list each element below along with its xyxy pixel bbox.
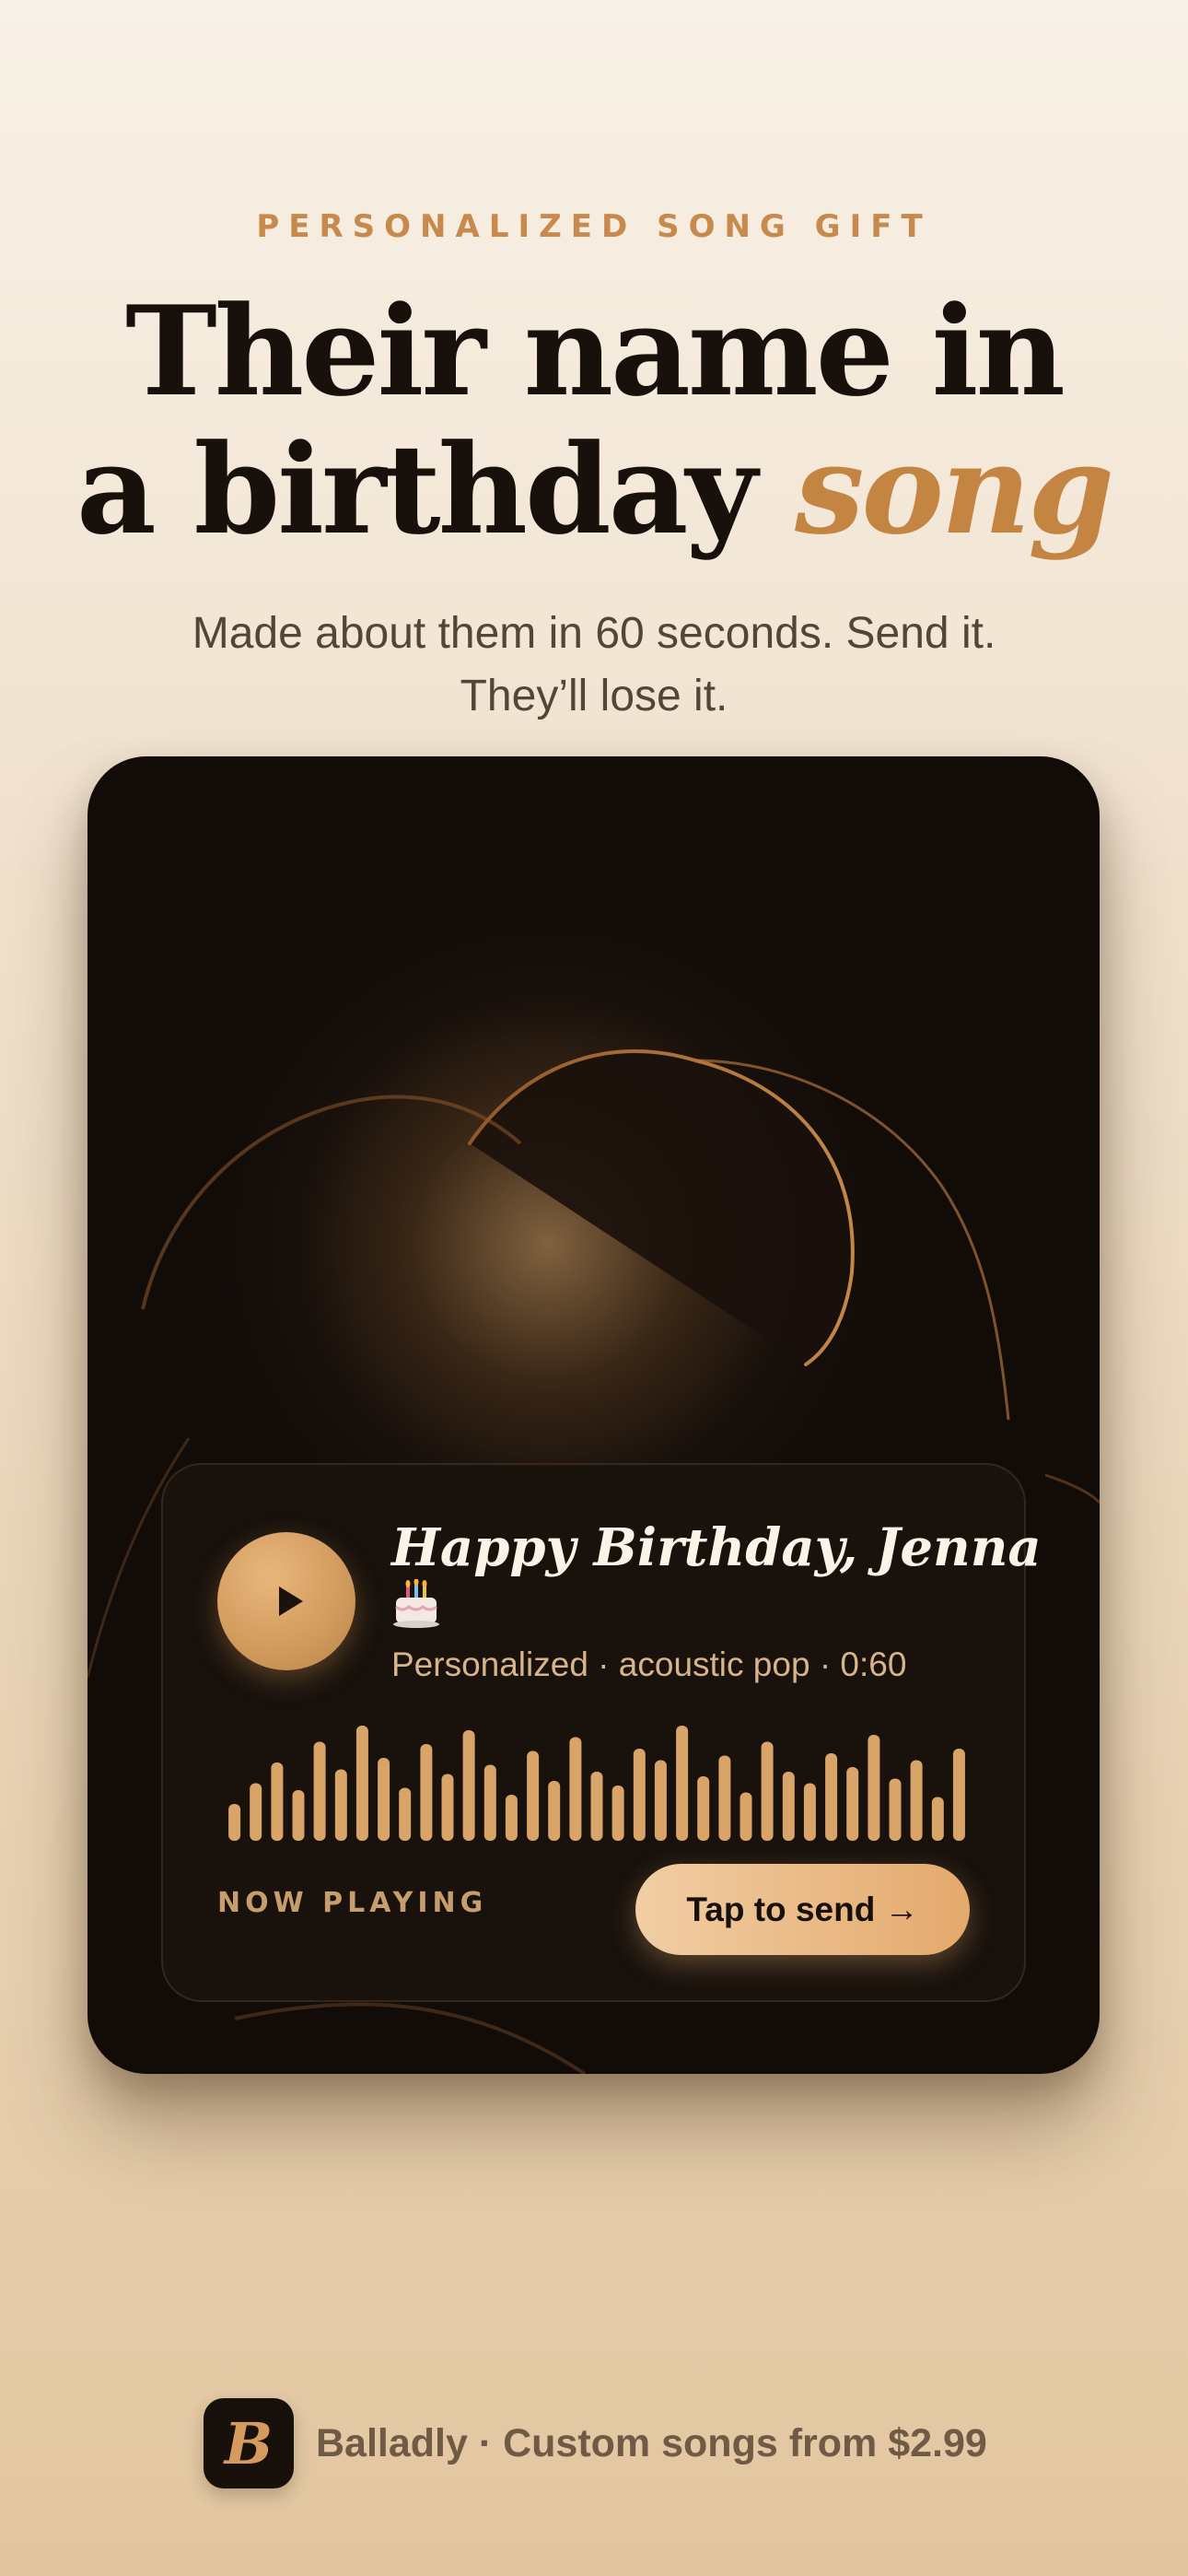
waveform-bar bbox=[718, 1755, 731, 1841]
song-meta: Personalized · acoustic pop · 0:60 bbox=[391, 1645, 907, 1683]
birthday-cake-icon bbox=[393, 1579, 439, 1628]
waveform-bar bbox=[676, 1726, 689, 1841]
waveform-bar bbox=[250, 1783, 262, 1841]
hero-card: Happy Birthday, Jenna Personalized · aco… bbox=[87, 756, 1100, 2074]
footer-brand: B Balladly · Custom songs from $2.99 bbox=[204, 2398, 987, 2488]
waveform-bar bbox=[292, 1790, 305, 1841]
waveform-bar bbox=[740, 1792, 752, 1841]
waveform-bar bbox=[569, 1737, 582, 1841]
headline-line-1: Their name in bbox=[125, 278, 1066, 424]
headline: Their name in a birthday song bbox=[0, 282, 1188, 558]
waveform-bar bbox=[910, 1760, 923, 1841]
waveform-bar bbox=[782, 1772, 795, 1841]
waveform-bar bbox=[548, 1781, 561, 1841]
brand-logo: B bbox=[204, 2398, 294, 2488]
waveform-bar bbox=[590, 1772, 603, 1841]
subheadline-line-1: Made about them in 60 seconds. Send it. bbox=[192, 609, 996, 658]
song-player-card: Happy Birthday, Jenna Personalized · aco… bbox=[161, 1463, 1042, 2002]
play-icon bbox=[279, 1587, 303, 1616]
waveform-bar bbox=[633, 1749, 646, 1841]
waveform-bar bbox=[505, 1795, 518, 1841]
waveform-bar bbox=[761, 1741, 774, 1841]
waveform-bar bbox=[399, 1787, 412, 1841]
waveform-bar bbox=[228, 1804, 241, 1841]
waveform-bar bbox=[654, 1760, 667, 1841]
waveform-bar bbox=[462, 1730, 475, 1841]
waveform-bar bbox=[611, 1786, 624, 1841]
song-title: Happy Birthday, Jenna bbox=[391, 1517, 1042, 1578]
subheadline-line-2: They’ll lose it. bbox=[460, 672, 728, 720]
waveform-bar bbox=[825, 1753, 838, 1841]
headline-accent: song bbox=[795, 416, 1114, 562]
tap-to-send-button[interactable]: Tap to send → bbox=[635, 1864, 970, 1955]
subheadline: Made about them in 60 seconds. Send it. … bbox=[0, 603, 1188, 728]
play-button[interactable] bbox=[217, 1532, 355, 1670]
waveform-bar bbox=[846, 1767, 859, 1841]
waveform-bar bbox=[803, 1783, 816, 1841]
waveform-bar bbox=[313, 1741, 326, 1841]
audio-waveform bbox=[228, 1726, 965, 1841]
headline-line-2: a birthday song bbox=[0, 420, 1188, 558]
eyebrow-label: PERSONALIZED SONG GIFT bbox=[256, 208, 932, 245]
waveform-bar bbox=[931, 1797, 944, 1841]
waveform-bar bbox=[271, 1762, 284, 1841]
waveform-bar bbox=[355, 1726, 368, 1841]
waveform-bar bbox=[441, 1774, 454, 1841]
waveform-bar bbox=[697, 1776, 710, 1841]
waveform-bar bbox=[420, 1744, 433, 1841]
waveform-bar bbox=[889, 1778, 902, 1841]
headline-line-2-plain: a birthday bbox=[76, 416, 757, 562]
footer-tagline: Balladly · Custom songs from $2.99 bbox=[316, 2420, 987, 2465]
waveform-bar bbox=[378, 1758, 390, 1841]
waveform-bar bbox=[334, 1769, 347, 1841]
waveform-bar bbox=[952, 1749, 965, 1841]
now-playing-label: NOW PLAYING bbox=[217, 1887, 488, 1919]
waveform-bar bbox=[483, 1764, 496, 1841]
waveform-bar bbox=[868, 1735, 880, 1841]
waveform-bar bbox=[527, 1751, 540, 1841]
